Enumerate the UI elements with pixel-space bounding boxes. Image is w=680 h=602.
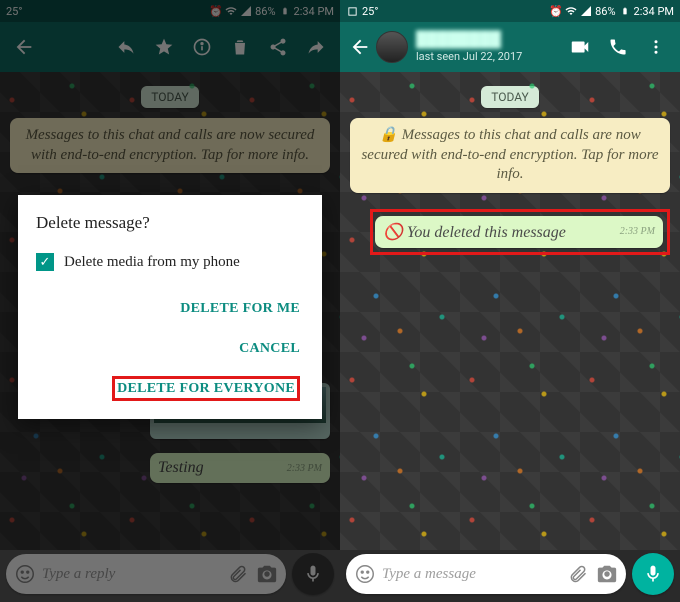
message-input[interactable]: Type a message bbox=[346, 554, 626, 594]
date-pill: TODAY bbox=[141, 86, 199, 108]
checkbox-icon: ✓ bbox=[36, 253, 54, 271]
signal-icon bbox=[580, 5, 592, 17]
alarm-icon: ⏰ bbox=[210, 5, 222, 17]
encryption-info[interactable]: Messages to this chat and calls are now … bbox=[10, 118, 330, 173]
camera-icon[interactable] bbox=[256, 563, 278, 585]
battery-icon bbox=[279, 5, 291, 17]
screenshot-icon bbox=[346, 5, 358, 17]
star-button[interactable] bbox=[146, 29, 182, 65]
avatar[interactable] bbox=[376, 31, 408, 63]
status-temp: 25° bbox=[6, 5, 22, 18]
back-button[interactable] bbox=[346, 29, 374, 65]
chat-toolbar: ████████ last seen Jul 22, 2017 bbox=[340, 22, 680, 72]
voice-call-button[interactable] bbox=[600, 29, 636, 65]
last-seen: last seen Jul 22, 2017 bbox=[416, 50, 522, 63]
mic-button[interactable] bbox=[292, 553, 334, 595]
camera-icon[interactable] bbox=[596, 563, 618, 585]
input-placeholder: Type a message bbox=[382, 566, 562, 583]
delete-button[interactable] bbox=[222, 29, 258, 65]
chat-body: TODAY 🔒 Messages to this chat and calls … bbox=[340, 72, 680, 550]
input-bar: Type a reply bbox=[6, 552, 334, 596]
status-time: 2:34 PM bbox=[294, 5, 334, 18]
input-placeholder: Type a reply bbox=[42, 566, 222, 583]
status-bar: 25° ⏰ 86% 2:34 PM bbox=[0, 0, 340, 22]
back-button[interactable] bbox=[6, 29, 42, 65]
status-time: 2:34 PM bbox=[634, 5, 674, 18]
contact-info[interactable]: ████████ last seen Jul 22, 2017 bbox=[416, 32, 522, 63]
forward-button[interactable] bbox=[298, 29, 334, 65]
video-call-button[interactable] bbox=[562, 29, 598, 65]
status-bar: 25° ⏰ 86% 2:34 PM bbox=[340, 0, 680, 22]
message-time: 2:33 PM bbox=[287, 463, 322, 474]
selection-toolbar bbox=[0, 22, 340, 72]
delete-for-everyone-button[interactable]: DELETE FOR EVERYONE bbox=[36, 369, 304, 409]
info-button[interactable] bbox=[184, 29, 220, 65]
contact-name: ████████ bbox=[416, 32, 522, 47]
emoji-icon[interactable] bbox=[14, 563, 36, 585]
battery-pct: 86% bbox=[595, 5, 615, 18]
dialog-title: Delete message? bbox=[36, 213, 304, 233]
wifi-icon bbox=[225, 5, 237, 17]
emoji-icon[interactable] bbox=[354, 563, 376, 585]
date-pill: TODAY bbox=[481, 86, 539, 108]
message-text: Testing bbox=[158, 459, 204, 476]
share-button[interactable] bbox=[260, 29, 296, 65]
battery-pct: 86% bbox=[255, 5, 275, 18]
wifi-icon bbox=[565, 5, 577, 17]
alarm-icon: ⏰ bbox=[550, 5, 562, 17]
reply-button[interactable] bbox=[108, 29, 144, 65]
delete-media-checkbox[interactable]: ✓ Delete media from my phone bbox=[36, 253, 304, 271]
blocked-icon: 🚫 bbox=[383, 224, 407, 241]
encryption-info[interactable]: 🔒 Messages to this chat and calls are no… bbox=[350, 118, 670, 193]
signal-icon bbox=[240, 5, 252, 17]
delete-dialog: Delete message? ✓ Delete media from my p… bbox=[18, 195, 322, 419]
delete-for-me-button[interactable]: DELETE FOR ME bbox=[36, 289, 304, 329]
phone-right: 25° ⏰ 86% 2:34 PM ████████ last seen Jul… bbox=[340, 0, 680, 602]
message-time: 2:33 PM bbox=[620, 226, 655, 237]
message-bubble[interactable]: Testing 2:33 PM bbox=[150, 453, 330, 483]
menu-button[interactable] bbox=[638, 29, 674, 65]
input-bar: Type a message bbox=[346, 552, 674, 596]
deleted-message-bubble[interactable]: 🚫 You deleted this message 2:33 PM bbox=[375, 216, 663, 248]
mic-button[interactable] bbox=[632, 553, 674, 595]
battery-icon bbox=[619, 5, 631, 17]
cancel-button[interactable]: CANCEL bbox=[36, 329, 304, 369]
attach-icon[interactable] bbox=[228, 564, 248, 584]
attach-icon[interactable] bbox=[568, 564, 588, 584]
status-temp: 25° bbox=[362, 5, 378, 18]
deleted-text: You deleted this message bbox=[407, 224, 566, 241]
phone-left: 25° ⏰ 86% 2:34 PM bbox=[0, 0, 340, 602]
message-input[interactable]: Type a reply bbox=[6, 554, 286, 594]
